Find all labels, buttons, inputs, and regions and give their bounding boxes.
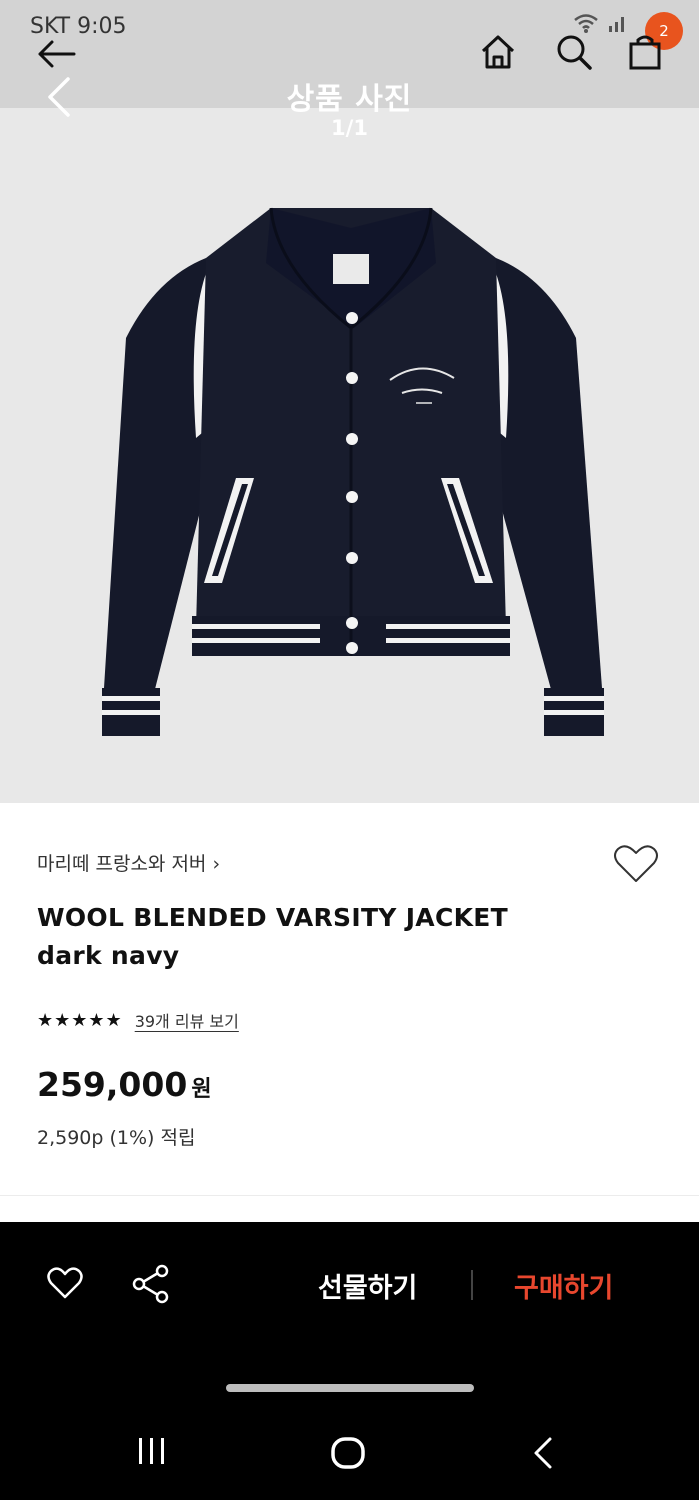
divider xyxy=(0,1195,699,1196)
product-name-line2: dark navy xyxy=(37,941,180,970)
home-indicator[interactable] xyxy=(226,1384,474,1392)
rating-row: ★★★★★ 39개 리뷰 보기 xyxy=(37,1008,239,1032)
wishlist-heart-icon[interactable] xyxy=(612,843,660,885)
home-icon[interactable] xyxy=(478,32,518,72)
product-info: 마리떼 프랑소와 저버 › WOOL BLENDED VARSITY JACKE… xyxy=(0,803,699,1223)
button-separator xyxy=(471,1270,473,1300)
gift-button[interactable]: 선물하기 xyxy=(318,1266,417,1305)
cart-icon[interactable] xyxy=(626,32,666,72)
status-bar-time: SKT 9:05 xyxy=(30,14,127,39)
review-link[interactable]: 39개 리뷰 보기 xyxy=(135,1008,239,1032)
search-icon[interactable] xyxy=(554,32,594,72)
home-circle-icon[interactable] xyxy=(330,1436,366,1470)
viewer-image-counter: 1/1 xyxy=(331,116,368,140)
recents-icon[interactable] xyxy=(136,1436,168,1466)
nav-back-icon[interactable] xyxy=(530,1436,556,1470)
brand-link[interactable]: 마리떼 프랑소와 저버 › xyxy=(37,849,220,876)
currency: 원 xyxy=(191,1077,212,1102)
wifi-icon xyxy=(574,14,598,33)
brand-name: 마리떼 프랑소와 저버 xyxy=(37,853,207,875)
back-arrow-icon[interactable] xyxy=(34,38,78,70)
signal-icon xyxy=(609,17,624,32)
product-photo-viewer[interactable]: SKT 9:05 2 상품 사진 1/1 xyxy=(0,0,699,803)
reward-points: 2,590p (1%) 적립 xyxy=(37,1127,196,1149)
viewer-title: 상품 사진 xyxy=(286,82,413,117)
product-name-line1: WOOL BLENDED VARSITY JACKET xyxy=(37,903,509,932)
heart-icon[interactable] xyxy=(46,1266,84,1300)
rating-stars: ★★★★★ xyxy=(37,1009,123,1031)
left-cuff xyxy=(102,688,160,736)
right-cuff xyxy=(544,688,604,736)
share-icon[interactable] xyxy=(132,1264,170,1304)
price-row: 259,000 원 xyxy=(37,1065,212,1104)
bottom-action-bar: 선물하기 구매하기 xyxy=(0,1222,699,1500)
buy-button[interactable]: 구매하기 xyxy=(514,1266,613,1305)
product-name: WOOL BLENDED VARSITY JACKET dark navy xyxy=(37,899,508,975)
price: 259,000 xyxy=(37,1065,188,1104)
product-image-jacket xyxy=(102,207,604,736)
